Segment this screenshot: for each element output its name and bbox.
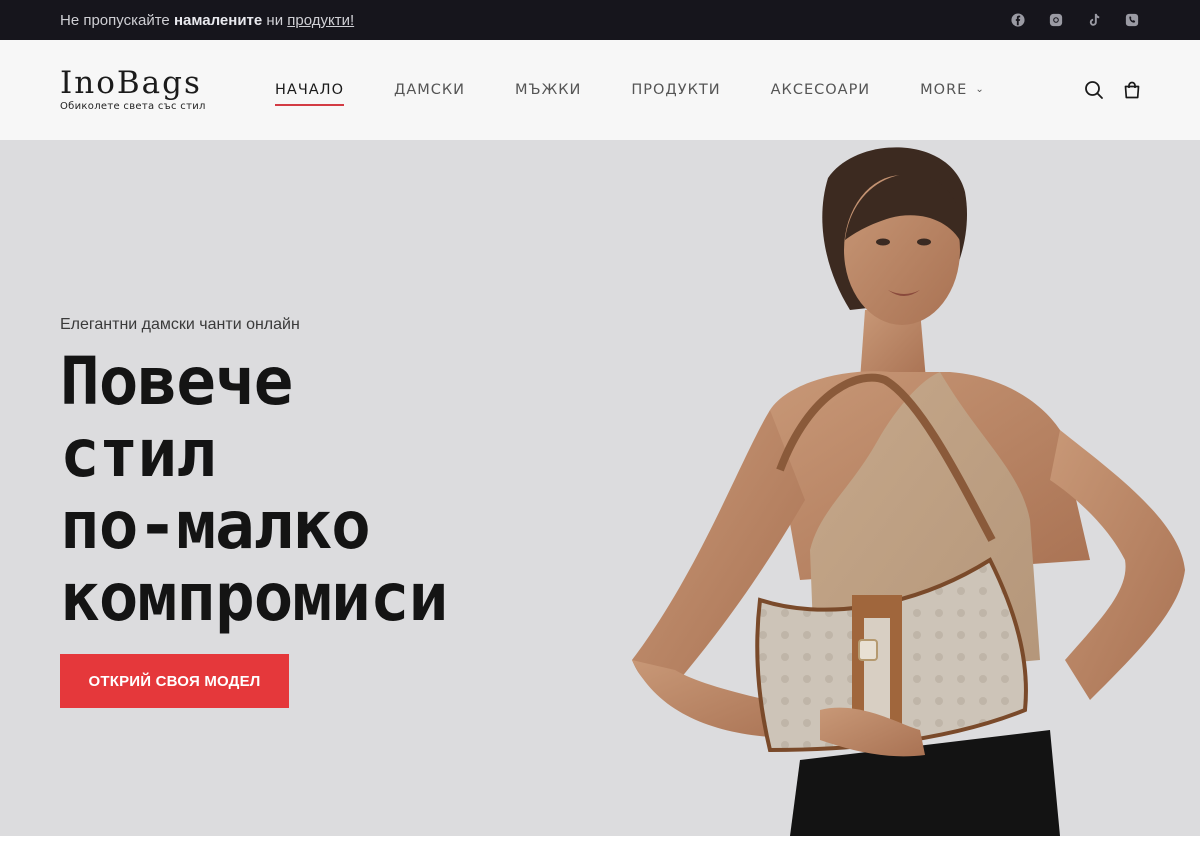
instagram-icon[interactable] bbox=[1048, 12, 1064, 28]
logo-tagline: Обиколете света със стил bbox=[60, 101, 206, 112]
hero-text: Елегантни дамски чанти онлайн Повече сти… bbox=[60, 316, 580, 708]
chevron-down-icon: ⌄ bbox=[975, 84, 985, 95]
main-nav: НАЧАЛО ДАМСКИ МЪЖКИ ПРОДУКТИ АКСЕСОАРИ M… bbox=[275, 74, 985, 106]
nav-item-products[interactable]: ПРОДУКТИ bbox=[631, 74, 720, 106]
nav-item-home[interactable]: НАЧАЛО bbox=[275, 74, 344, 106]
announcement-message: Не пропускайте намалените ни продукти! bbox=[60, 12, 354, 29]
phone-icon[interactable] bbox=[1124, 12, 1140, 28]
search-icon[interactable] bbox=[1084, 80, 1104, 100]
announcement-bar: Не пропускайте намалените ни продукти! bbox=[0, 0, 1200, 40]
discover-model-button[interactable]: ОТКРИЙ СВОЯ МОДЕЛ bbox=[60, 654, 289, 708]
announcement-mid: ни bbox=[266, 11, 284, 29]
site-header: InoBags Обиколете света със стил НАЧАЛО … bbox=[0, 40, 1200, 140]
sale-products-link[interactable]: продукти! bbox=[287, 12, 354, 29]
nav-item-more[interactable]: MORE ⌄ bbox=[920, 74, 985, 106]
hero-banner: Елегантни дамски чанти онлайн Повече сти… bbox=[0, 140, 1200, 836]
headline-line: по-малко bbox=[60, 487, 371, 564]
header-actions bbox=[1084, 40, 1142, 140]
facebook-icon[interactable] bbox=[1010, 12, 1026, 28]
headline-line: компромиси bbox=[60, 559, 448, 636]
cart-icon[interactable] bbox=[1122, 80, 1142, 100]
headline-line: Повече bbox=[60, 343, 293, 420]
site-logo[interactable]: InoBags Обиколете света със стил bbox=[60, 68, 220, 112]
nav-item-men[interactable]: МЪЖКИ bbox=[515, 74, 581, 106]
social-links bbox=[1010, 12, 1140, 28]
tiktok-icon[interactable] bbox=[1086, 12, 1102, 28]
headline-line: стил bbox=[60, 415, 216, 492]
hero-headline: Повече стил по-малко компромиси bbox=[60, 346, 580, 634]
announcement-prefix: Не пропускайте bbox=[60, 11, 170, 29]
nav-item-accessories[interactable]: АКСЕСОАРИ bbox=[771, 74, 871, 106]
hero-model-image bbox=[620, 140, 1200, 836]
nav-item-more-label: MORE bbox=[920, 82, 968, 98]
nav-item-women[interactable]: ДАМСКИ bbox=[394, 74, 465, 106]
page-bottom-strip bbox=[0, 836, 1200, 850]
logo-title: InoBags bbox=[60, 65, 202, 101]
announcement-bold: намалените bbox=[173, 11, 263, 29]
hero-eyebrow: Елегантни дамски чанти онлайн bbox=[60, 316, 300, 333]
